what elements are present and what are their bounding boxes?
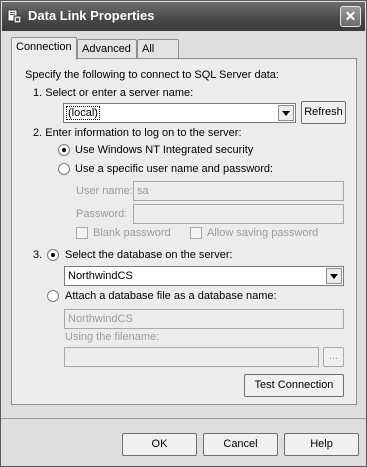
tab-all[interactable]: All: [137, 39, 179, 59]
username-field[interactable]: sa: [133, 181, 344, 201]
attach-database-name-field[interactable]: NorthwindCS: [64, 309, 344, 329]
browse-button[interactable]: ...: [323, 347, 344, 367]
allow-saving-password-checkbox[interactable]: [190, 227, 202, 239]
nt-security-label[interactable]: Use Windows NT Integrated security: [75, 144, 253, 156]
using-filename-label: Using the filename:: [65, 331, 160, 343]
attach-database-radio[interactable]: [47, 290, 59, 302]
step1-label: 1. Select or enter a server name:: [33, 87, 194, 99]
blank-password-label: Blank password: [93, 227, 171, 239]
select-database-radio[interactable]: [47, 249, 59, 261]
server-name-value: (local): [66, 106, 100, 120]
data-link-properties-dialog: Data Link Properties ✕ Connection Advanc…: [0, 0, 367, 467]
title-bar[interactable]: Data Link Properties ✕: [2, 2, 365, 31]
filename-field[interactable]: [64, 347, 319, 367]
footer-divider: [1, 418, 366, 419]
attach-database-label[interactable]: Attach a database file as a database nam…: [65, 290, 277, 302]
password-label: Password:: [76, 208, 128, 220]
tab-connection[interactable]: Connection: [11, 37, 77, 60]
database-combobox[interactable]: NorthwindCS: [64, 266, 344, 286]
help-button[interactable]: Help: [284, 433, 359, 456]
test-connection-button[interactable]: Test Connection: [244, 374, 344, 397]
chevron-down-icon[interactable]: [326, 268, 342, 284]
specific-user-radio[interactable]: [58, 163, 70, 175]
tab-advanced[interactable]: Advanced: [77, 39, 137, 59]
step3-prefix: 3.: [33, 249, 43, 261]
data-link-icon: [7, 9, 22, 24]
intro-text: Specify the following to connect to SQL …: [25, 69, 279, 81]
database-value: NorthwindCS: [68, 270, 133, 282]
password-field[interactable]: [133, 204, 344, 224]
cancel-button[interactable]: Cancel: [203, 433, 278, 456]
username-label: User name:: [76, 185, 133, 197]
step2-label: 2. Enter information to log on to the se…: [33, 127, 242, 139]
ok-button[interactable]: OK: [122, 433, 197, 456]
connection-panel: Specify the following to connect to SQL …: [11, 58, 357, 405]
chevron-down-icon[interactable]: [278, 105, 294, 121]
refresh-button[interactable]: Refresh: [301, 101, 346, 124]
close-icon: ✕: [344, 8, 357, 24]
window-title: Data Link Properties: [28, 8, 155, 23]
nt-security-radio[interactable]: [58, 144, 70, 156]
select-database-label[interactable]: Select the database on the server:: [65, 249, 233, 261]
server-name-combobox[interactable]: (local): [63, 103, 296, 123]
allow-saving-password-label: Allow saving password: [207, 227, 319, 239]
close-button[interactable]: ✕: [340, 6, 361, 27]
blank-password-checkbox[interactable]: [76, 227, 88, 239]
specific-user-label[interactable]: Use a specific user name and password:: [75, 163, 273, 175]
